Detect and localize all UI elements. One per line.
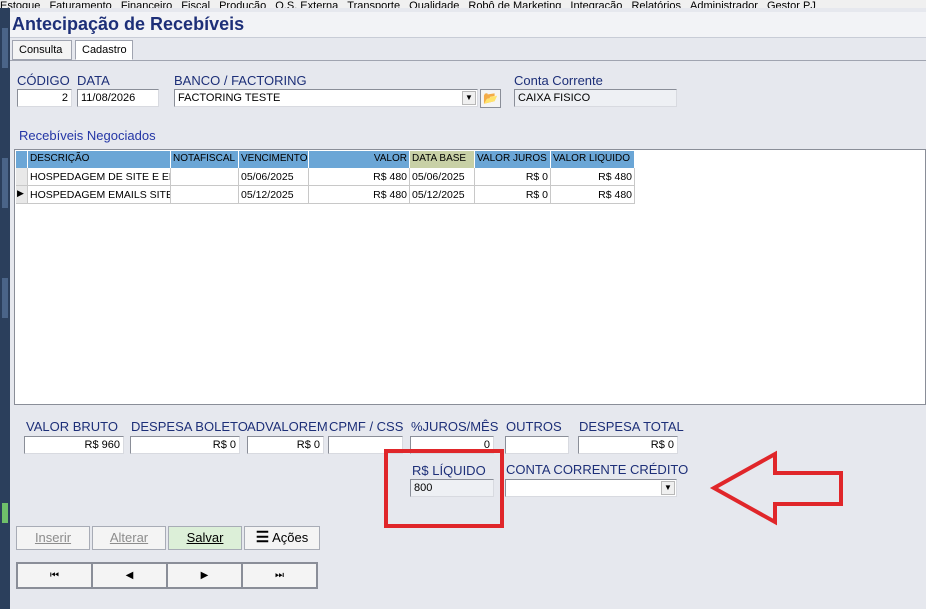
grid-cell[interactable]: 05/06/2025 [410, 168, 475, 186]
menu-item-fiscal[interactable]: Fiscal [181, 0, 210, 8]
grid-header-data-base[interactable]: DATA BASE [410, 151, 475, 168]
grid-cell[interactable]: R$ 0 [475, 186, 551, 204]
grid-cell[interactable]: HOSPEDAGEM EMAILS SITE C [28, 186, 171, 204]
inserir-label: Inserir [34, 530, 72, 545]
menu-item-relatorios[interactable]: Relatórios [631, 0, 681, 8]
salvar-button[interactable]: Salvar [168, 526, 242, 550]
hamburger-menu-icon: ☰ [255, 529, 270, 546]
menu-item-os-externa[interactable]: O.S. Externa [275, 0, 338, 8]
grid-cell[interactable] [171, 186, 239, 204]
grid-cell[interactable]: R$ 480 [309, 168, 410, 186]
valor-bruto-field[interactable]: R$ 960 [24, 436, 124, 454]
despesa-total-label: DESPESA TOTAL [579, 419, 684, 434]
menu-item-administrador[interactable]: Administrador [690, 0, 758, 8]
despesa-boleto-label: DESPESA BOLETO [131, 419, 248, 434]
menu-item-estoque[interactable]: Estoque [0, 0, 40, 8]
recebiveis-grid[interactable]: DESCRIÇÃO NOTAFISCAL VENCIMENTO VALOR DA… [14, 149, 926, 405]
row-pointer-icon[interactable]: ▶ [16, 186, 28, 204]
sidebar-segment[interactable] [2, 28, 8, 68]
salvar-label: Salvar [186, 530, 224, 545]
previous-record-icon: ◀ [125, 570, 134, 581]
data-field[interactable]: 11/08/2026 [77, 89, 159, 107]
banco-select[interactable]: FACTORING TESTE ▼ [174, 89, 478, 107]
despesa-total-field[interactable]: R$ 0 [578, 436, 678, 454]
conta-corrente-field[interactable]: CAIXA FISICO [514, 89, 677, 107]
next-record-icon: ▶ [200, 570, 209, 581]
banco-select-value: FACTORING TESTE [178, 92, 281, 104]
grid-header-vencimento[interactable]: VENCIMENTO [239, 151, 309, 168]
acoes-button[interactable]: ☰ Ações [244, 526, 320, 550]
menu-item-financeiro[interactable]: Financeiro [121, 0, 172, 8]
sidebar-segment[interactable] [2, 503, 8, 523]
open-folder-button[interactable]: 📂 [480, 89, 501, 108]
grid-cell[interactable]: R$ 480 [309, 186, 410, 204]
juros-label: %JUROS/MÊS [411, 419, 499, 434]
grid-cell[interactable]: 05/12/2025 [410, 186, 475, 204]
menu-item-producao[interactable]: Produção [219, 0, 266, 8]
outros-label: OUTROS [506, 419, 562, 434]
conta-credito-label: CONTA CORRENTE CRÉDITO [506, 462, 689, 477]
menu-item-integracao[interactable]: Integração [570, 0, 622, 8]
grid-cell[interactable] [171, 168, 239, 186]
sidebar-segment[interactable] [2, 158, 8, 208]
grid-cell[interactable]: 05/06/2025 [239, 168, 309, 186]
menu-bar: Estoque Faturamento Financeiro Fiscal Pr… [0, 0, 926, 8]
grid-header-descricao[interactable]: DESCRIÇÃO [28, 151, 171, 168]
conta-corrente-label: Conta Corrente [514, 73, 603, 88]
grid-cell[interactable]: HOSPEDAGEM DE SITE E EMA [28, 168, 171, 186]
last-record-icon: ⏭ [275, 570, 284, 581]
first-record-button[interactable]: ⏮ [17, 563, 92, 588]
menu-item-gestor-pj[interactable]: Gestor PJ [767, 0, 816, 8]
previous-record-button[interactable]: ◀ [92, 563, 167, 588]
alterar-label: Alterar [109, 530, 149, 545]
folder-icon: 📂 [483, 91, 498, 105]
codigo-label: CÓDIGO [17, 73, 70, 88]
grid-row-indicator-header [16, 151, 28, 168]
chevron-down-icon[interactable]: ▼ [462, 91, 476, 105]
last-record-button[interactable]: ⏭ [242, 563, 317, 588]
acoes-label: Ações [272, 530, 309, 545]
advalorem-field[interactable]: R$ 0 [247, 436, 324, 454]
grid-cell[interactable]: R$ 0 [475, 168, 551, 186]
grid-cell[interactable]: R$ 480 [551, 186, 635, 204]
next-record-button[interactable]: ▶ [167, 563, 242, 588]
first-record-icon: ⏮ [50, 570, 59, 581]
grid-header-valor-juros[interactable]: VALOR JUROS [475, 151, 551, 168]
menu-item-robo-marketing[interactable]: Robô de Marketing [468, 0, 561, 8]
grid-header-valor[interactable]: VALOR [309, 151, 410, 168]
alterar-button[interactable]: Alterar [92, 526, 166, 550]
grid-row-indicator[interactable] [16, 168, 28, 186]
grid-cell[interactable]: 05/12/2025 [239, 186, 309, 204]
grid-header-notafiscal[interactable]: NOTAFISCAL [171, 151, 239, 168]
grid-header-valor-liquido[interactable]: VALOR LIQUIDO [551, 151, 635, 168]
left-sidebar [0, 8, 10, 609]
menu-item-faturamento[interactable]: Faturamento [49, 0, 111, 8]
highlight-box-annotation [384, 449, 504, 528]
despesa-boleto-field[interactable]: R$ 0 [130, 436, 240, 454]
tab-cadastro[interactable]: Cadastro [75, 40, 133, 60]
grid-cell[interactable]: R$ 480 [551, 168, 635, 186]
menu-item-qualidade[interactable]: Qualidade [409, 0, 459, 8]
chevron-down-icon[interactable]: ▼ [661, 481, 675, 495]
banco-label: BANCO / FACTORING [174, 73, 307, 88]
advalorem-label: ADVALOREM [247, 419, 328, 434]
cpmf-label: CPMF / CSS [329, 419, 404, 434]
tab-consulta[interactable]: Consulta [12, 40, 72, 60]
page-title: Antecipação de Recebíveis [12, 14, 245, 34]
valor-bruto-label: VALOR BRUTO [26, 419, 118, 434]
conta-credito-select[interactable]: ▼ [505, 479, 677, 497]
sidebar-segment[interactable] [2, 278, 8, 318]
data-label: DATA [77, 73, 110, 88]
arrow-left-annotation-icon [709, 450, 843, 526]
outros-field[interactable] [505, 436, 569, 454]
menu-item-transporte[interactable]: Transporte [347, 0, 400, 8]
codigo-field[interactable]: 2 [17, 89, 72, 107]
inserir-button[interactable]: Inserir [16, 526, 90, 550]
recebiveis-label: Recebíveis Negociados [19, 128, 156, 143]
